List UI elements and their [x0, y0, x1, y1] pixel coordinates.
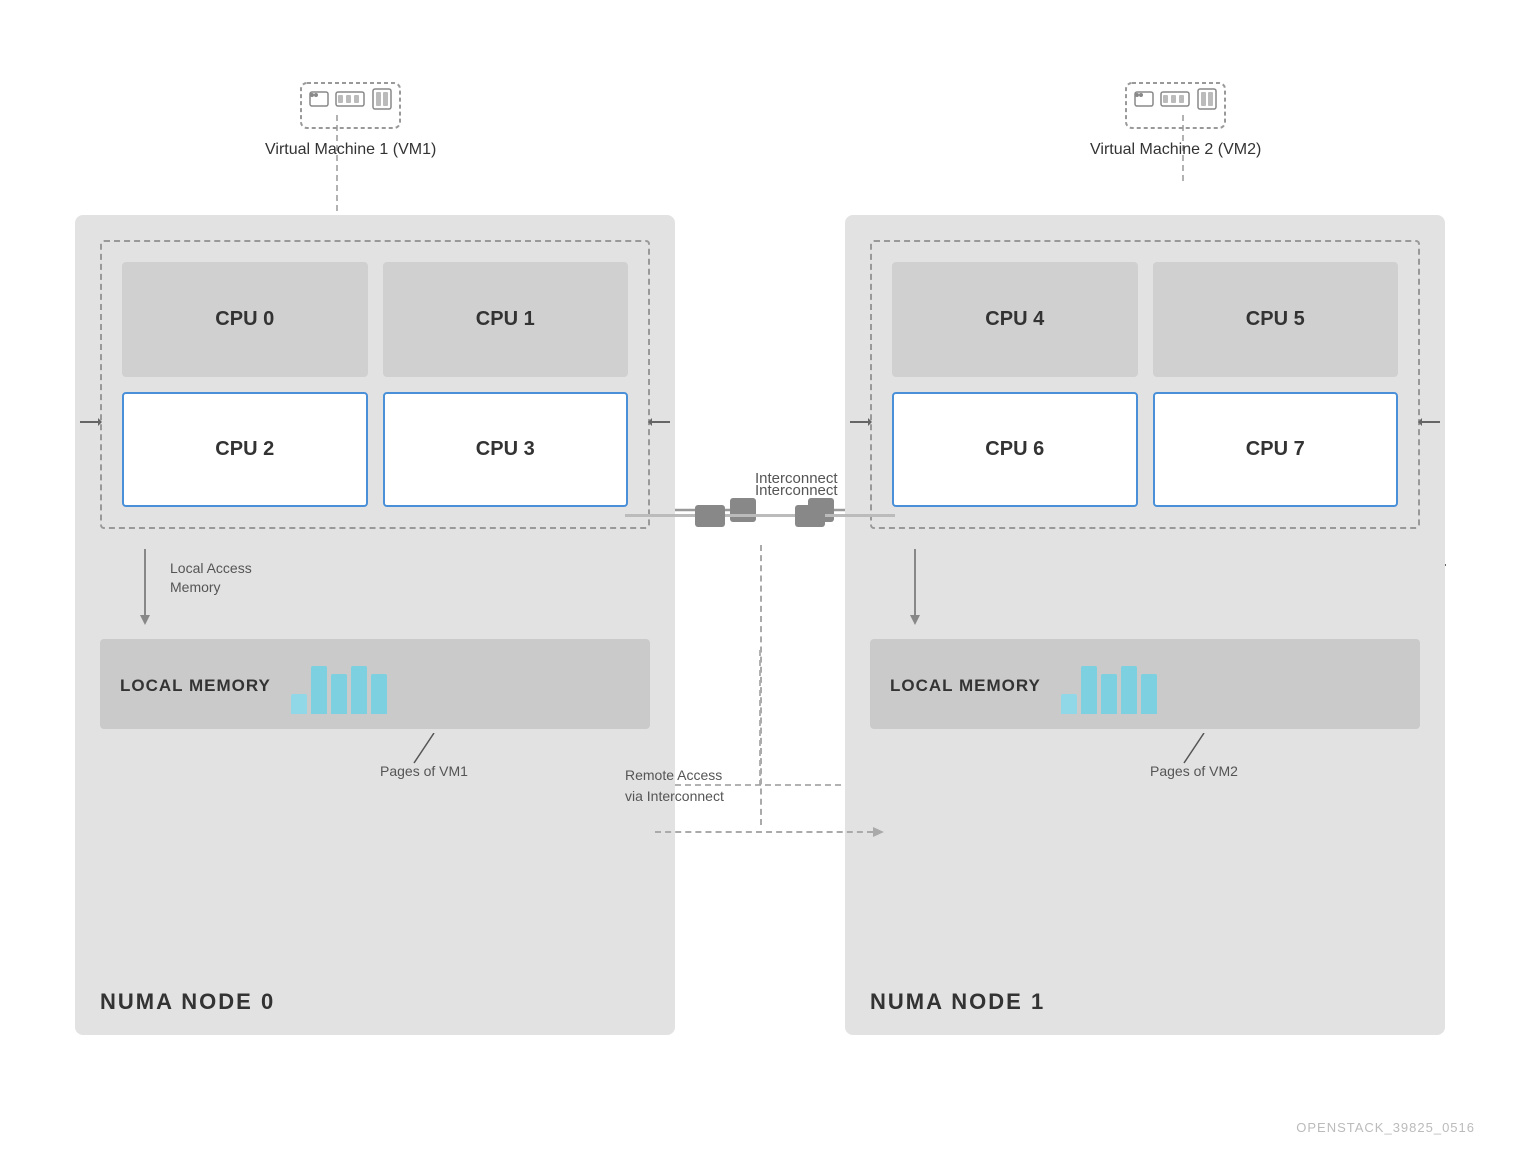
numa1-dashed-box: CPU 4 CPU 5 CPU 6 CPU 7 [870, 240, 1420, 529]
vm1-icon [298, 75, 403, 133]
cpu2-box: CPU 2 [122, 392, 368, 507]
cpu5-box: CPU 5 [1153, 262, 1399, 377]
numa1-memory-label: LOCAL MEMORY [890, 676, 1041, 696]
cpu6-box: CPU 6 [892, 392, 1138, 507]
numa0-memory: LOCAL MEMORY Pages of VM1 [100, 639, 650, 729]
local-access-label: Local AccessMemory [170, 559, 252, 598]
numa-node-1: CPU 4 CPU 5 CPU 6 CPU 7 [845, 215, 1445, 1035]
vm1-label: Virtual Machine 1 (VM1) [265, 141, 436, 159]
numa0-memory-bars [291, 659, 387, 714]
remote-access-line [655, 825, 885, 839]
vm1-container: Virtual Machine 1 (VM1) [265, 75, 436, 159]
main-container: Local Access Memory Pages of VM1 Remote … [0, 0, 1520, 1159]
numa1-pages-label: Pages of VM2 [1150, 763, 1238, 779]
numa1-node-label: NUMA NODE 1 [870, 989, 1045, 1015]
numa0-memory-label: LOCAL MEMORY [120, 676, 271, 696]
numa0-pages-label: Pages of VM1 [380, 763, 468, 779]
numa0-dashed-box: CPU 0 CPU 1 CPU 2 CPU 3 [100, 240, 650, 529]
cpu7-box: CPU 7 [1153, 392, 1399, 507]
cpu1-box: CPU 1 [383, 262, 629, 377]
numa1-memory-bars [1061, 659, 1157, 714]
remote-access-vline [760, 545, 762, 825]
numa0-node-label: NUMA NODE 0 [100, 989, 275, 1015]
vm2-container: Virtual Machine 2 (VM2) [1090, 75, 1261, 159]
interconnect-label: Interconnect [755, 470, 838, 487]
watermark: OPENSTACK_39825_0516 [1296, 1120, 1475, 1135]
interconnect-connector [625, 505, 895, 527]
numa1-memory: LOCAL MEMORY Pages of VM2 [870, 639, 1420, 729]
vm2-label: Virtual Machine 2 (VM2) [1090, 141, 1261, 159]
cpu4-box: CPU 4 [892, 262, 1138, 377]
numa-node-0: CPU 0 CPU 1 CPU 2 CPU 3 [75, 215, 675, 1035]
remote-access-label: Remote Accessvia Interconnect [625, 765, 724, 807]
cpu3-box: CPU 3 [383, 392, 629, 507]
cpu0-box: CPU 0 [122, 262, 368, 377]
vm2-icon [1123, 75, 1228, 133]
